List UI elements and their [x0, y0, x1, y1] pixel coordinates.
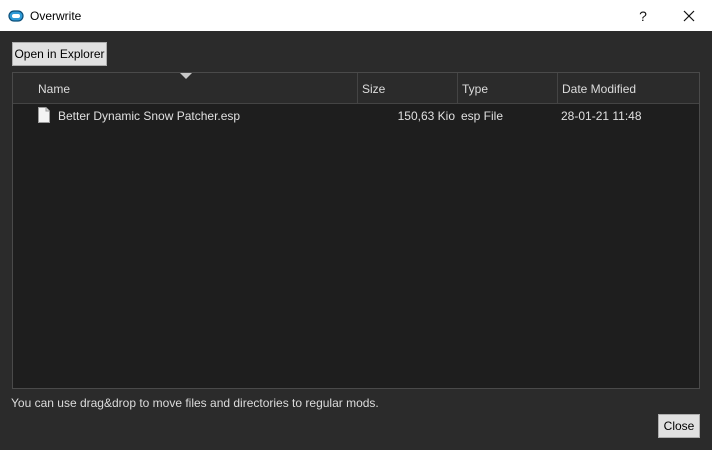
file-date-modified: 28-01-21 11:48 — [561, 109, 642, 123]
close-icon — [683, 10, 695, 21]
window-close-button[interactable] — [666, 0, 712, 31]
sort-descending-icon — [180, 73, 192, 79]
file-icon — [38, 107, 50, 123]
help-button[interactable]: ? — [620, 0, 666, 31]
table-row[interactable]: Better Dynamic Snow Patcher.esp 150,63 K… — [13, 105, 699, 127]
column-header-date-label: Date Modified — [562, 81, 637, 96]
tree-header: Name Size Type Date Modified — [13, 73, 699, 104]
close-button[interactable]: Close — [658, 414, 700, 438]
title-bar: Overwrite ? — [0, 0, 712, 31]
column-header-type-label: Type — [462, 81, 489, 96]
column-header-type[interactable]: Type — [458, 73, 558, 104]
file-tree[interactable]: Name Size Type Date Modified Better Dyna… — [12, 72, 700, 389]
column-header-date-modified[interactable]: Date Modified — [558, 73, 699, 104]
window-title: Overwrite — [30, 8, 82, 23]
file-size: 150,63 Kio — [397, 109, 455, 123]
app-icon — [8, 8, 24, 24]
column-header-size-label: Size — [362, 81, 386, 96]
file-type: esp File — [461, 109, 504, 123]
file-name: Better Dynamic Snow Patcher.esp — [58, 109, 241, 123]
open-in-explorer-button[interactable]: Open in Explorer — [12, 42, 107, 66]
column-header-size[interactable]: Size — [358, 73, 458, 104]
column-header-name[interactable]: Name — [34, 73, 358, 104]
drag-drop-hint: You can use drag&drop to move files and … — [11, 396, 379, 410]
column-header-name-label: Name — [38, 81, 71, 96]
